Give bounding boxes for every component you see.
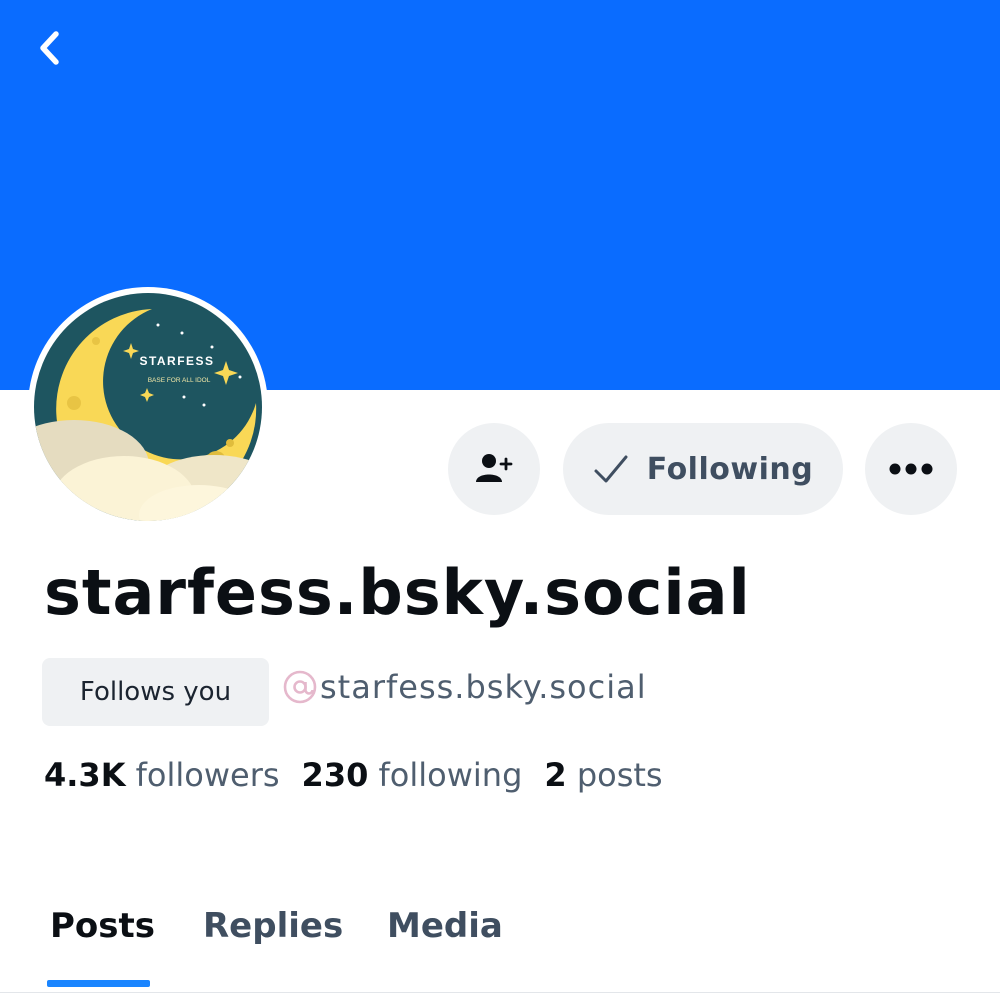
more-options-button[interactable] [865,423,957,515]
profile-handle: starfess.bsky.social [282,668,647,706]
display-name: starfess.bsky.social [44,556,751,629]
follows-you-badge: Follows you [42,658,269,726]
avatar-title: STARFESS [139,354,214,368]
back-button[interactable] [26,22,74,74]
posts-count: 2 [544,756,567,794]
followers-stat[interactable]: 4.3K followers [44,756,280,794]
avatar-image: STARFESS BASE FOR ALL IDOL [34,293,262,521]
tab-divider [0,992,1000,993]
avatar[interactable]: STARFESS BASE FOR ALL IDOL [28,287,268,527]
posts-stat: 2 posts [544,756,662,794]
following-stat[interactable]: 230 following [302,756,523,794]
at-sign-icon [283,670,317,704]
tab-replies[interactable]: Replies [203,906,343,946]
ellipsis-icon [889,463,933,475]
person-plus-icon [476,454,513,482]
following-label: Following [646,451,814,487]
avatar-subtitle: BASE FOR ALL IDOL [148,377,211,384]
following-stat-label: following [378,756,523,794]
checkmark-icon [594,455,628,483]
chevron-left-icon [40,31,59,65]
followers-count: 4.3K [44,756,126,794]
followers-label: followers [135,756,280,794]
following-button[interactable]: Following [563,423,843,515]
handle-text: starfess.bsky.social [320,668,647,706]
tab-media[interactable]: Media [387,906,503,946]
profile-stats: 4.3K followers 230 following 2 posts [44,756,663,794]
active-tab-indicator [47,980,150,987]
follow-user-button[interactable] [448,423,540,515]
posts-label: posts [576,756,663,794]
following-count: 230 [301,756,369,794]
tab-posts[interactable]: Posts [50,906,155,946]
